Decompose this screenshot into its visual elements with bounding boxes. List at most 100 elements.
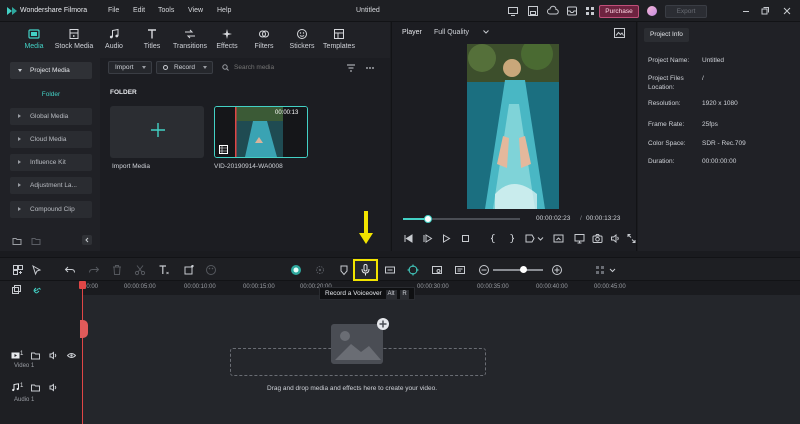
ruler-label: 00:00:40:00: [536, 284, 568, 290]
cut-icon[interactable]: [134, 264, 146, 276]
audio-stretch-icon[interactable]: [384, 264, 396, 276]
tab-stickers[interactable]: Stickers: [282, 22, 322, 58]
record-voiceover-button[interactable]: [353, 259, 378, 281]
info-key-frame-rate: Frame Rate:: [648, 121, 685, 128]
eye-icon[interactable]: [67, 351, 76, 360]
tab-media[interactable]: Media: [14, 22, 54, 58]
zoom-slider-knob[interactable]: [519, 266, 527, 273]
menu-edit[interactable]: Edit: [133, 7, 145, 14]
new-folder-icon[interactable]: [12, 236, 22, 246]
player-tab[interactable]: Player: [402, 29, 422, 36]
subtitle-icon[interactable]: [454, 264, 466, 276]
crop-icon[interactable]: [183, 264, 195, 276]
menu-file[interactable]: File: [108, 7, 119, 14]
quality-dropdown[interactable]: Full Quality: [434, 29, 489, 36]
add-track-icon[interactable]: [12, 285, 21, 294]
zoom-slider[interactable]: [493, 269, 543, 271]
volume-icon[interactable]: [49, 351, 58, 360]
folder-icon[interactable]: [31, 351, 40, 360]
purchase-button[interactable]: Purchase: [599, 5, 639, 18]
color-palette-icon[interactable]: [205, 264, 217, 276]
ai-copilot-icon[interactable]: [290, 264, 302, 276]
mark-out-icon[interactable]: [506, 233, 517, 244]
text-tool-icon[interactable]: [158, 264, 170, 276]
chevron-down-icon[interactable]: [537, 233, 544, 244]
more-options-icon[interactable]: [365, 63, 375, 73]
undo-icon[interactable]: [64, 264, 76, 276]
previous-frame-icon[interactable]: [403, 233, 414, 244]
monitor-icon[interactable]: [507, 5, 519, 17]
save-icon[interactable]: [527, 5, 539, 17]
mark-in-icon[interactable]: [488, 233, 499, 244]
folder-icon[interactable]: [31, 236, 41, 246]
play-icon[interactable]: [422, 233, 433, 244]
chevron-down-icon[interactable]: [609, 264, 616, 276]
tab-filters[interactable]: Filters: [244, 22, 284, 58]
timeline-toolbar: [0, 257, 800, 281]
auto-highlight-icon[interactable]: [314, 264, 326, 276]
search-input[interactable]: [220, 61, 330, 74]
snapshot-settings-icon[interactable]: [614, 28, 625, 38]
close-icon[interactable]: [781, 5, 793, 17]
export-button[interactable]: Export: [665, 5, 707, 18]
snapshot-icon[interactable]: [592, 233, 603, 244]
fullscreen-icon[interactable]: [627, 233, 636, 244]
timeline-ruler[interactable]: 00:00 00:00:05:00 00:00:10:00 00:00:15:0…: [82, 281, 800, 295]
sidebar-item-global-media[interactable]: Global Media: [10, 108, 92, 125]
apps-grid-icon[interactable]: [584, 5, 596, 17]
tab-effects[interactable]: Effects: [207, 22, 247, 58]
shield-icon[interactable]: [338, 264, 350, 276]
zoom-in-icon[interactable]: [551, 264, 563, 276]
stop-icon[interactable]: [460, 233, 471, 244]
menu-help[interactable]: Help: [217, 7, 231, 14]
select-tool-icon[interactable]: [31, 264, 43, 276]
menu-tools[interactable]: Tools: [158, 7, 174, 14]
volume-icon[interactable]: [610, 233, 621, 244]
add-media-icon: [331, 318, 389, 364]
notification-icon[interactable]: [566, 5, 578, 17]
delete-icon[interactable]: [111, 264, 123, 276]
video-track-icon: [11, 352, 20, 359]
player-controls: [392, 233, 638, 247]
clip-marker-icon[interactable]: [524, 233, 535, 244]
cloud-icon[interactable]: [547, 5, 559, 17]
tab-transitions[interactable]: Transitions: [170, 22, 210, 58]
user-avatar[interactable]: [647, 6, 657, 16]
sidebar-item-cloud-media[interactable]: Cloud Media: [10, 131, 92, 148]
sidebar-item-project-media[interactable]: Project Media: [10, 62, 92, 79]
tab-audio[interactable]: Audio: [94, 22, 134, 58]
sidebar-item-folder[interactable]: Folder: [10, 86, 92, 103]
import-media-tile[interactable]: [110, 106, 204, 158]
filter-icon[interactable]: [346, 63, 356, 73]
volume-icon[interactable]: [49, 383, 58, 392]
playback-progress[interactable]: [403, 218, 520, 220]
maximize-icon[interactable]: [759, 5, 771, 17]
zoom-out-icon[interactable]: [478, 264, 490, 276]
folder-icon[interactable]: [31, 383, 40, 392]
progress-scrubber[interactable]: [423, 215, 432, 223]
sidebar-item-influence-kit[interactable]: Influence Kit: [10, 154, 92, 171]
tab-templates[interactable]: Templates: [319, 22, 359, 58]
minimize-icon[interactable]: [740, 5, 752, 17]
split-screen-icon[interactable]: [431, 264, 443, 276]
playhead-handle[interactable]: [80, 320, 88, 338]
tab-titles[interactable]: Titles: [132, 22, 172, 58]
record-dropdown[interactable]: Record: [156, 61, 213, 74]
grid-view-icon[interactable]: [594, 264, 606, 276]
preview-quality-icon[interactable]: [553, 233, 564, 244]
display-settings-icon[interactable]: [574, 233, 585, 244]
media-clip-thumbnail[interactable]: 00:00:13: [214, 106, 308, 158]
menu-view[interactable]: View: [188, 7, 203, 14]
playhead-marker[interactable]: [79, 281, 86, 289]
play-forward-icon[interactable]: [441, 233, 452, 244]
sidebar-item-compound-clip[interactable]: Compound Clip: [10, 201, 92, 218]
layout-icon[interactable]: [12, 264, 24, 276]
redo-icon[interactable]: [88, 264, 100, 276]
motion-tracking-icon[interactable]: [407, 264, 419, 276]
project-info-tab[interactable]: Project Info: [644, 28, 689, 42]
collapse-sidebar-button[interactable]: [82, 235, 92, 245]
link-icon[interactable]: [33, 285, 42, 294]
tab-stock-media[interactable]: Stock Media: [54, 22, 94, 58]
import-dropdown[interactable]: Import: [108, 61, 152, 74]
sidebar-item-adjustment-layer[interactable]: Adjustment La...: [10, 177, 92, 194]
